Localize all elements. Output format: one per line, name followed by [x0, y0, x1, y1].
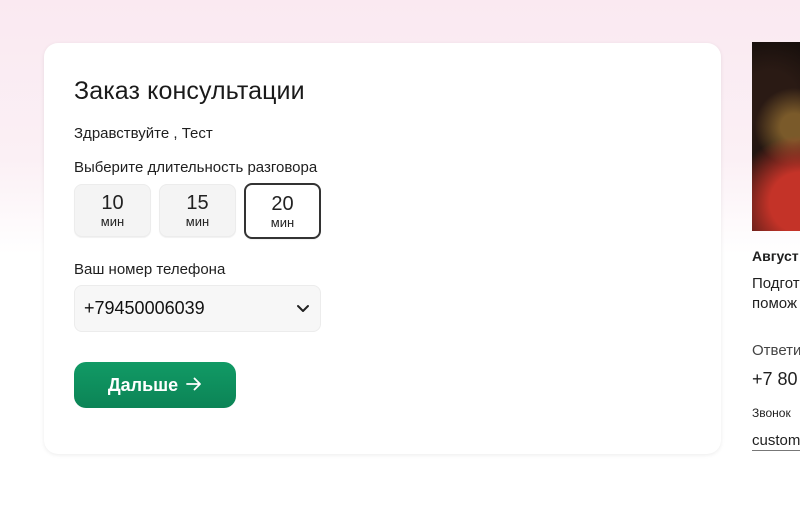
duration-value: 20 [271, 192, 294, 215]
duration-option-10[interactable]: 10 мин [74, 184, 151, 237]
consultant-photo [752, 42, 800, 231]
consultant-description-line: помож [752, 295, 797, 312]
support-phone[interactable]: +7 80 [752, 369, 798, 390]
consultation-card: Заказ консультации Здравствуйте , Тест В… [44, 43, 721, 454]
duration-value: 10 [101, 192, 124, 214]
duration-label: Выберите длительность разговора [74, 159, 318, 176]
duration-unit: мин [100, 214, 125, 229]
call-note: Звонок [752, 406, 791, 420]
consultant-description: Подгот помож [752, 274, 800, 314]
phone-select-value: +79450006039 [84, 298, 205, 318]
greeting-text: Здравствуйте , Тест [74, 125, 213, 142]
duration-unit: мин [270, 214, 295, 230]
chevron-down-icon [296, 302, 310, 316]
duration-option-20[interactable]: 20 мин [244, 183, 321, 239]
duration-value: 15 [186, 192, 209, 214]
duration-option-15[interactable]: 15 мин [159, 184, 236, 237]
next-button-label: Дальше [107, 374, 179, 395]
answers-label: Ответи [752, 342, 800, 359]
consultant-name: Август [752, 248, 799, 264]
arrow-right-icon [186, 375, 202, 396]
next-button[interactable]: Дальше [74, 362, 236, 408]
duration-unit: мин [185, 214, 210, 229]
page-title: Заказ консультации [74, 77, 305, 105]
consultant-description-line: Подгот [752, 275, 800, 292]
phone-select[interactable]: +79450006039 [74, 285, 321, 332]
support-email-link[interactable]: custom [752, 432, 800, 451]
duration-options: 10 мин 15 мин 20 мин [74, 183, 321, 239]
phone-label: Ваш номер телефона [74, 261, 226, 278]
